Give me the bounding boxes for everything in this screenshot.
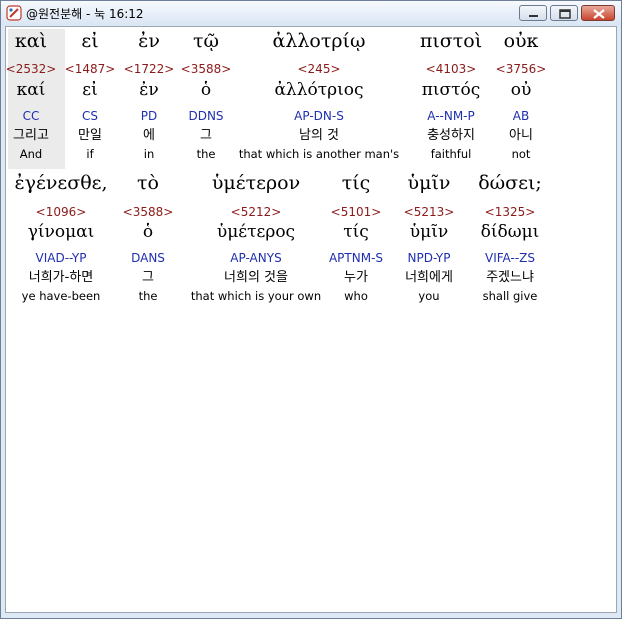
lemma: καί: [16, 80, 46, 100]
english-gloss: the: [138, 289, 158, 303]
app-window: @원전분해 - 눅 16:12 καὶ <2532> καί CC 그리고 And εἰ <1…: [0, 0, 622, 619]
app-icon[interactable]: [6, 5, 22, 21]
lemma: τίς: [343, 222, 369, 242]
greek-word[interactable]: πιστοὶ: [420, 30, 482, 52]
analysis-pane[interactable]: καὶ <2532> καί CC 그리고 And εἰ <1487> εἰ CS 만일 if ἐν <1…: [5, 26, 617, 613]
strong-number[interactable]: <245>: [297, 62, 340, 76]
strong-number[interactable]: <3588>: [123, 205, 174, 219]
greek-word[interactable]: ἐν: [138, 30, 160, 52]
greek-word[interactable]: οὐκ: [504, 30, 539, 52]
korean-gloss: 누가: [344, 270, 368, 285]
korean-gloss: 그리고: [13, 128, 49, 143]
korean-gloss: 충성하지: [427, 128, 475, 143]
lemma: πιστός: [421, 80, 481, 100]
parsing-code: A--NM-P: [427, 109, 475, 123]
korean-gloss: 남의 것: [298, 128, 340, 143]
lemma: εἰ: [82, 80, 98, 100]
minimize-button[interactable]: [519, 5, 547, 21]
korean-gloss: 만일: [78, 128, 102, 143]
parsing-code: CC: [22, 109, 40, 123]
english-gloss: And: [19, 147, 43, 161]
lemma: ὑμῖν: [409, 222, 449, 242]
english-gloss: ye have-been: [21, 289, 101, 303]
english-gloss: if: [86, 147, 94, 161]
close-button[interactable]: [581, 5, 615, 21]
english-gloss: shall give: [482, 289, 538, 303]
lemma: δίδωμι: [480, 222, 540, 242]
strong-number[interactable]: <5213>: [404, 205, 455, 219]
english-gloss: that which is your own: [190, 289, 322, 303]
parsing-code: CS: [82, 109, 98, 123]
title-bar[interactable]: @원전분해 - 눅 16:12: [1, 1, 621, 25]
korean-gloss: 주겠느냐: [486, 270, 534, 285]
parsing-code: AB: [512, 109, 530, 123]
maximize-icon: [559, 9, 571, 19]
strong-number[interactable]: <2532>: [6, 62, 56, 76]
strong-number[interactable]: <5101>: [331, 205, 382, 219]
lemma: γίνομαι: [27, 222, 95, 242]
greek-word[interactable]: ὑμέτερον: [212, 172, 300, 194]
parsing-code: AP-ANYS: [230, 251, 282, 265]
strong-number[interactable]: <5212>: [231, 205, 282, 219]
greek-word[interactable]: εἰ: [81, 30, 98, 52]
parsing-code: VIAD--YP: [35, 251, 87, 265]
parsing-code: NPD-YP: [407, 251, 451, 265]
strong-number[interactable]: <4103>: [426, 62, 477, 76]
window-title: @원전분해 - 눅 16:12: [26, 7, 144, 21]
korean-gloss: 그: [200, 128, 212, 143]
english-gloss: in: [143, 147, 155, 161]
parsing-code: PD: [140, 109, 158, 123]
parsing-code: AP-DN-S: [294, 109, 344, 123]
korean-gloss: 너희에게: [405, 270, 453, 285]
greek-word[interactable]: καὶ: [15, 30, 47, 52]
close-icon: [593, 9, 605, 19]
english-gloss: faithful: [430, 147, 472, 161]
strong-number[interactable]: <1722>: [124, 62, 175, 76]
strong-number[interactable]: <1487>: [65, 62, 116, 76]
english-gloss: the: [196, 147, 216, 161]
parsing-code: DANS: [131, 251, 165, 265]
lemma: οὐ: [510, 80, 532, 100]
greek-word[interactable]: δώσει;: [478, 172, 542, 194]
lemma: ἀλλότριος: [274, 80, 364, 100]
greek-word[interactable]: ἀλλοτρίῳ: [273, 30, 366, 52]
greek-word[interactable]: ἐγένεσθε,: [14, 172, 107, 194]
parsing-code: APTNM-S: [328, 251, 384, 265]
lemma: ὁ: [200, 80, 212, 100]
korean-gloss: 에: [143, 128, 155, 143]
parsing-code: VIFA--ZS: [485, 251, 535, 265]
korean-gloss: 너희의 것을: [224, 270, 288, 285]
korean-gloss: 너희가-하면: [28, 270, 94, 285]
maximize-button[interactable]: [550, 5, 578, 21]
english-gloss: not: [511, 147, 531, 161]
parsing-code: DDNS: [188, 109, 224, 123]
lemma: ἐν: [139, 80, 159, 100]
strong-number[interactable]: <1325>: [485, 205, 536, 219]
strong-number[interactable]: <3588>: [181, 62, 232, 76]
english-gloss: that which is another man's: [238, 147, 400, 161]
greek-word[interactable]: ὑμῖν: [408, 172, 451, 194]
greek-word[interactable]: τὸ: [137, 172, 159, 194]
strong-number[interactable]: <3756>: [496, 62, 547, 76]
strong-number[interactable]: <1096>: [36, 205, 87, 219]
english-gloss: you: [418, 289, 440, 303]
minimize-icon: [529, 15, 538, 17]
lemma: ὑμέτερος: [216, 222, 296, 242]
greek-word[interactable]: τῷ: [193, 30, 219, 52]
korean-gloss: 그: [142, 270, 154, 285]
korean-gloss: 아니: [509, 128, 533, 143]
greek-word[interactable]: τίς: [342, 172, 371, 194]
english-gloss: who: [344, 289, 368, 303]
lemma: ὁ: [142, 222, 154, 242]
